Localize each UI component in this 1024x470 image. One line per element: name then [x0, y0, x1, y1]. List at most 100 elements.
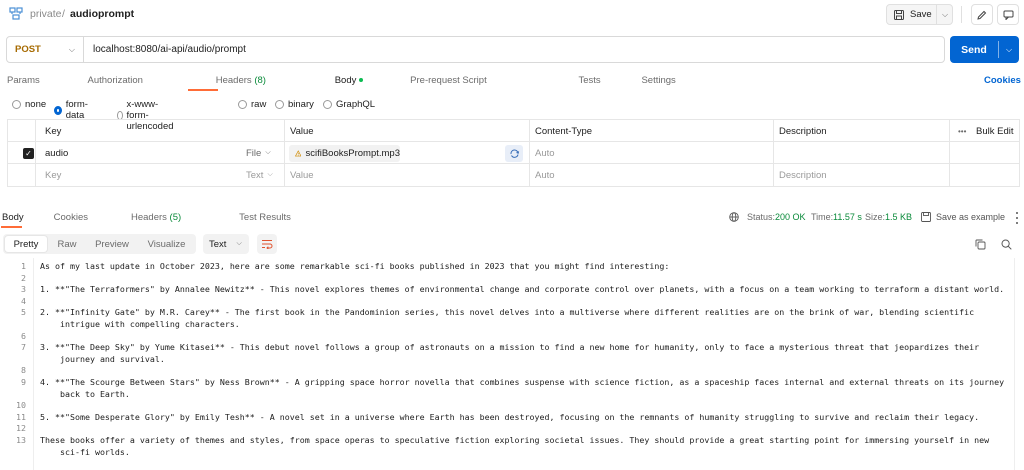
radio-form-data-label: form-data	[65, 99, 88, 121]
code-line: 3. **"The Deep Sky" by Yume Kitasei** - …	[40, 342, 980, 353]
edit-button[interactable]	[971, 4, 993, 25]
response-toolbar: Pretty Raw Preview Visualize Text ⌵	[0, 234, 1024, 256]
view-pretty[interactable]: Pretty	[5, 236, 47, 252]
new-content-type[interactable]: Auto	[535, 164, 555, 186]
url-bar: POST ⌵ localhost:8080/ai-api/audio/promp…	[6, 36, 945, 63]
line-number: 4	[21, 295, 26, 306]
copy-icon[interactable]	[975, 239, 986, 250]
bulk-edit-button[interactable]: Bulk Edit	[976, 120, 1014, 142]
response-tabs: Body Cookies Headers (5) Test Results	[2, 212, 291, 226]
save-icon	[921, 212, 931, 222]
time-value[interactable]: 11.57 s	[833, 212, 862, 222]
radio-form-data[interactable]: form-data	[54, 99, 89, 121]
format-select[interactable]: Text ⌵	[203, 234, 249, 254]
active-tab-underline	[188, 89, 218, 91]
view-raw[interactable]: Raw	[49, 236, 85, 252]
wrap-lines-button[interactable]	[257, 234, 277, 254]
save-button-group: Save ⌵	[886, 4, 953, 25]
wrap-lines-icon	[262, 240, 273, 249]
save-dropdown-chevron-icon[interactable]: ⌵	[936, 5, 953, 24]
radio-circle	[238, 100, 247, 109]
chevron-down-icon: ⌵	[265, 149, 271, 156]
cookies-link[interactable]: Cookies	[984, 75, 1021, 86]
tab-headers[interactable]: Headers (8)	[216, 75, 266, 86]
view-mode-group: Pretty Raw Preview Visualize	[3, 234, 196, 254]
header-content-type: Content-Type	[535, 125, 593, 137]
radio-binary[interactable]: binary	[275, 99, 314, 110]
response-tab-cookies[interactable]: Cookies	[54, 212, 88, 226]
new-value-input[interactable]: Value	[290, 164, 314, 186]
radio-none[interactable]: none	[12, 99, 46, 110]
new-type-select[interactable]: Text ⌵	[246, 164, 273, 186]
line-number: 13	[16, 435, 26, 445]
response-tab-body[interactable]: Body	[2, 212, 24, 226]
line-number: 11	[16, 411, 26, 422]
radio-raw[interactable]: raw	[238, 99, 266, 110]
time-label: Time:	[811, 212, 834, 222]
save-as-example-button[interactable]: Save as example	[936, 212, 1005, 222]
size-value[interactable]: 1.5 KB	[885, 212, 912, 222]
search-icon[interactable]	[1001, 239, 1012, 250]
table-header-row: Key Value Content-Type Description ••• B…	[8, 120, 1019, 142]
chevron-down-icon: ⌵	[68, 44, 75, 54]
tab-body[interactable]: Body	[335, 75, 364, 86]
radio-raw-label: raw	[251, 99, 267, 110]
toolbar-divider	[961, 6, 962, 23]
code-line: 4. **"The Scourge Between Stars" by Ness…	[40, 377, 1005, 387]
line-number: 2	[21, 272, 26, 283]
chevron-down-icon: ⌵	[267, 171, 273, 178]
radio-graphql[interactable]: GraphQL	[323, 99, 375, 110]
change-file-button[interactable]	[505, 145, 523, 162]
method-label: POST	[15, 44, 41, 55]
send-button[interactable]: Send	[950, 36, 998, 63]
line-number: 1	[21, 261, 26, 271]
status-value[interactable]: 200 OK	[775, 212, 806, 222]
breadcrumb-workspace[interactable]: private	[30, 8, 62, 20]
method-select[interactable]: POST ⌵	[7, 37, 84, 62]
send-dropdown-chevron-icon[interactable]: ⌵	[999, 36, 1019, 63]
line-number: 6	[21, 330, 26, 341]
new-key-input[interactable]: Key	[45, 164, 61, 186]
more-vertical-icon[interactable]	[1016, 212, 1020, 224]
line-number: 10	[16, 400, 26, 411]
tab-settings[interactable]: Settings	[641, 75, 675, 86]
url-input[interactable]: localhost:8080/ai-api/audio/prompt	[93, 44, 246, 55]
code-line: As of my last update in October 2023, he…	[40, 261, 670, 271]
tab-tests[interactable]: Tests	[579, 75, 601, 86]
row-key[interactable]: audio	[45, 142, 68, 164]
row-enabled-checkbox[interactable]: ✓	[23, 142, 34, 164]
tab-body-label: Body	[334, 75, 357, 86]
breadcrumb-separator: /	[62, 8, 65, 20]
code-line: 5. **"Some Desperate Glory" by Emily Tes…	[40, 411, 980, 422]
request-tabs: Params Authorization Headers (8) Body Pr…	[7, 75, 676, 89]
view-preview[interactable]: Preview	[87, 236, 137, 252]
file-chip[interactable]: scifiBooksPrompt.mp3	[289, 145, 400, 162]
request-title[interactable]: audioprompt	[70, 8, 134, 20]
view-visualize[interactable]: Visualize	[139, 236, 194, 252]
header-description: Description	[779, 125, 827, 137]
code-line: sci-fi worlds.	[40, 446, 130, 457]
send-button-group: Send ⌵	[950, 36, 1019, 63]
response-body-editor[interactable]: 1 As of my last update in October 2023, h…	[0, 258, 1024, 470]
tab-authorization[interactable]: Authorization	[88, 75, 143, 86]
check-icon: ✓	[23, 147, 34, 159]
comments-button[interactable]	[997, 4, 1019, 25]
line-number: 3	[21, 284, 26, 295]
response-tab-test-results[interactable]: Test Results	[239, 212, 291, 226]
row-content-type[interactable]: Auto	[535, 142, 555, 164]
more-options-icon[interactable]: •••	[958, 120, 966, 142]
save-icon	[894, 9, 904, 20]
refresh-icon	[509, 149, 519, 158]
response-tab-headers-label: Headers	[130, 212, 167, 223]
save-button[interactable]: Save	[887, 5, 936, 24]
row-type-select[interactable]: File ⌵	[246, 142, 271, 164]
editor-scrollbar[interactable]	[1014, 258, 1024, 470]
tab-params[interactable]: Params	[7, 75, 40, 86]
header-key: Key	[45, 125, 62, 137]
tab-pre-request-script[interactable]: Pre-request Script	[410, 75, 487, 86]
new-description-input[interactable]: Description	[779, 164, 827, 186]
globe-icon[interactable]	[729, 212, 739, 222]
line-number: 8	[21, 365, 26, 376]
response-tab-headers[interactable]: Headers (5)	[131, 212, 181, 226]
tab-headers-label: Headers	[215, 75, 252, 86]
